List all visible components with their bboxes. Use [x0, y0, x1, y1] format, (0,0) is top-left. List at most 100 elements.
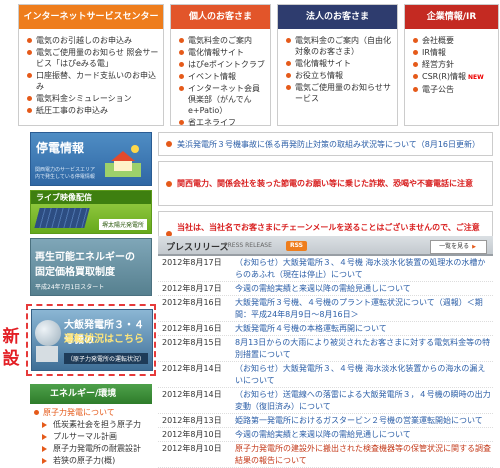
press-date: 2012年8月13日 — [162, 416, 222, 425]
press-title-link[interactable]: 大飯発電所４号機の本格運転再開について — [235, 323, 493, 335]
press-release-row: 2012年8月10日 今週の需給実績と来週以降の需給見通しについて — [158, 428, 493, 442]
press-release-title-en: PRESS RELEASE — [224, 242, 272, 249]
left-banner-column: 停電情報 関西電力のサービスエリア内で発生している停電情報 ライブ映像配信 堺太… — [3, 132, 156, 467]
notice-text: 関西電力、関係会社を装った節電のお願い等に乗じた詐欺、恐喝や不審電話に注意 — [177, 179, 473, 188]
press-date: 2012年8月16日 — [162, 298, 222, 307]
nav-link[interactable]: 電化情報サイト — [179, 47, 266, 58]
press-title-link[interactable]: （お知らせ）大飯発電所３、４号機 海水淡水化装置からの海水の漏えいについて — [235, 363, 493, 387]
press-date: 2012年8月14日 — [162, 364, 222, 373]
press-release-list: 2012年8月17日 （お知らせ）大飯発電所３、４号機 海水淡水化装置の処理水の水… — [158, 256, 493, 468]
live-banner-title: ライブ映像配信 — [31, 191, 151, 204]
nav-link[interactable]: 省エネライフ — [179, 117, 266, 128]
nav-column-internet-service: インターネットサービスセンター 電気のお引越しのお申込み 電気ご使用量のお知らせ… — [18, 4, 164, 126]
press-date: 2012年8月14日 — [162, 390, 222, 399]
reactor-dome-icon — [35, 320, 61, 346]
fit-banner-line1: 再生可能エネルギーの — [35, 252, 135, 263]
nav-link[interactable]: 電化情報サイト — [286, 58, 393, 69]
nav-link[interactable]: 電子公告 — [413, 84, 494, 95]
press-date: 2012年8月16日 — [162, 324, 222, 333]
energy-link[interactable]: 原子力発電について — [34, 407, 152, 419]
bullet-icon — [166, 180, 172, 187]
nav-link[interactable]: 経営方針 — [413, 59, 494, 70]
press-release-row: 2012年8月16日 大飯発電所４号機の本格運転再開について — [158, 322, 493, 336]
outage-info-banner[interactable]: 停電情報 関西電力のサービスエリア内で発生している停電情報 — [30, 132, 152, 186]
new-banner-highlight: 新設 大飯発電所３・４号機の 運転状況はこちら （原子力発電所の運転状況） — [3, 304, 156, 376]
press-date: 2012年8月10日 — [162, 430, 222, 439]
press-title-link[interactable]: 今週の需給実績と来週以降の需給見通しについて — [235, 283, 493, 295]
press-title-link[interactable]: 今週の需給実績と来週以降の需給見通しについて — [235, 429, 493, 441]
press-release-row: 2012年8月10日 原子力発電所の建設外に搬出された検査機器等の保管状況に関する… — [158, 442, 493, 468]
house-icon — [105, 145, 141, 177]
press-title-link[interactable]: （お知らせ）送電線への落雷による大飯発電所３，４号機の瞬時の出力変動（復旧済み）… — [235, 389, 493, 413]
press-date: 2012年8月17日 — [162, 258, 222, 267]
ohi-banner-line3: （原子力発電所の運転状況） — [64, 353, 149, 364]
nav-column-individual: 個人のお客さま 電気料金のご案内 電化情報サイト はぴeポイントクラブ イベント… — [170, 4, 271, 128]
nav-link[interactable]: 会社概要 — [413, 35, 494, 46]
press-release-row: 2012年8月17日 （お知らせ）大飯発電所３、４号機 海水淡水化装置の処理水の水… — [158, 256, 493, 282]
nav-heading-company-ir[interactable]: 企業情報/IR — [405, 5, 498, 29]
press-title-link[interactable]: 大飯発電所３号機、４号機のプラント運転状況について（週報）＜期間：平成24年8月… — [235, 297, 493, 321]
press-release-row: 2012年8月17日 今週の需給実績と来週以降の需給見通しについて — [158, 282, 493, 296]
energy-link[interactable]: 若狭の原子力(概) — [34, 455, 152, 467]
nav-link[interactable]: イベント情報 — [179, 71, 266, 82]
energy-link[interactable]: 低炭素社会を担う原子力 — [34, 419, 152, 431]
ohi-plant-status-banner[interactable]: 大飯発電所３・４号機の 運転状況はこちら （原子力発電所の運転状況） — [31, 309, 153, 371]
nav-link[interactable]: 電気料金のご案内（自由化対象のお客さま） — [286, 35, 393, 57]
press-title-link[interactable]: 原子力発電所の建設外に搬出された検査機器等の保管状況に関する調査結果の報告につい… — [235, 443, 493, 467]
nav-link[interactable]: インターネット会員倶楽部（がんでんe+Patio） — [179, 83, 266, 116]
press-release-row: 2012年8月15日 8月13日からの大雨により被災されたお客さまに対する電気料金… — [158, 336, 493, 362]
nav-link[interactable]: 電気料金のご案内 — [179, 35, 266, 46]
press-title-link[interactable]: （お知らせ）大飯発電所３、４号機 海水淡水化装置の処理水の水槽からのあふれ（現在… — [235, 257, 493, 281]
solar-panel-icon — [34, 208, 90, 228]
press-date: 2012年8月17日 — [162, 284, 222, 293]
rss-icon[interactable]: RSS — [286, 241, 307, 251]
bullet-icon — [166, 141, 172, 147]
energy-link[interactable]: 原子力発電所の耐震設計 — [34, 443, 152, 455]
notice-fraud-warning[interactable]: 関西電力、関係会社を装った節電のお願い等に乗じた詐欺、恐喝や不審電話に注意 — [158, 161, 493, 206]
notice-text: 美浜発電所３号機事故に係る再発防止対策の取組み状況等について（8月16日更新） — [177, 139, 481, 149]
nav-link[interactable]: 電気ご使用量のお知らせ 照会サービス「はぴeみる電」 — [27, 47, 159, 69]
live-banner-caption: 堺太陽光発電所 — [98, 219, 147, 230]
nav-link[interactable]: IR情報 — [413, 47, 494, 58]
press-release-row: 2012年8月14日 （お知らせ）送電線への落雷による大飯発電所３，４号機の瞬時の… — [158, 388, 493, 414]
press-release-section: プレスリリース PRESS RELEASE RSS 一覧を見る 2012年8月1… — [158, 236, 493, 468]
nav-link-csr[interactable]: CSR(R)情報 NEW — [413, 71, 494, 83]
press-title-link[interactable]: 8月13日からの大雨により被災されたお客さまに対する電気料金等の特別措置について — [235, 337, 493, 361]
energy-link-list: 原子力発電について 低炭素社会を担う原子力 プルサーマル計画 原子力発電所の耐震… — [30, 404, 152, 467]
nav-link[interactable]: はぴeポイントクラブ — [179, 59, 266, 70]
nav-link-label: CSR(R)情報 — [422, 72, 467, 81]
nav-column-corporate-customer: 法人のお客さま 電気料金のご案内（自由化対象のお客さま） 電化情報サイト お役立… — [277, 4, 398, 126]
nav-link[interactable]: 電気料金シミュレーション — [27, 93, 159, 104]
outage-banner-subtitle: 関西電力のサービスエリア内で発生している停電情報 — [35, 167, 96, 180]
new-label: 新設 — [2, 327, 20, 369]
plant-building-icon — [36, 346, 58, 362]
press-title-link[interactable]: 姫路第一発電所におけるガスタービン２号機の営業運転開始について — [235, 415, 493, 427]
view-all-button[interactable]: 一覧を見る — [430, 240, 487, 254]
press-release-row: 2012年8月16日 大飯発電所３号機、４号機のプラント運転状況について（週報）＜… — [158, 296, 493, 322]
top-navigation: インターネットサービスセンター 電気のお引越しのお申込み 電気ご使用量のお知らせ… — [18, 4, 499, 128]
press-release-row: 2012年8月14日 （お知らせ）大飯発電所３、４号機 海水淡水化装置からの海水の… — [158, 362, 493, 388]
notice-mihama[interactable]: 美浜発電所３号機事故に係る再発防止対策の取組み状況等について（8月16日更新） — [158, 132, 493, 156]
fit-banner-line3: 平成24年7月1日スタート — [35, 284, 105, 291]
nav-link[interactable]: 電気のお引越しのお申込み — [27, 35, 159, 46]
fit-banner-line2: 固定価格買取制度 — [35, 267, 115, 278]
press-release-row: 2012年8月13日 姫路第一発電所におけるガスタービン２号機の営業運転開始につい… — [158, 414, 493, 428]
outage-banner-title: 停電情報 — [36, 141, 85, 155]
press-release-header: プレスリリース PRESS RELEASE RSS 一覧を見る — [158, 236, 493, 256]
feed-in-tariff-banner[interactable]: 再生可能エネルギーの 固定価格買取制度 平成24年7月1日スタート — [30, 238, 152, 296]
live-video-banner[interactable]: ライブ映像配信 堺太陽光発電所 — [30, 190, 152, 234]
nav-heading-individual[interactable]: 個人のお客さま — [171, 5, 270, 29]
energy-link[interactable]: プルサーマル計画 — [34, 431, 152, 443]
nav-link[interactable]: 電気ご使用量のお知らせサービス — [286, 82, 393, 104]
nav-heading-corporate-customer[interactable]: 法人のお客さま — [278, 5, 397, 29]
press-release-title: プレスリリース — [166, 243, 229, 253]
new-badge: NEW — [468, 74, 484, 81]
ohi-banner-line2: 運転状況はこちら — [64, 334, 144, 345]
energy-section-heading[interactable]: エネルギー/環境 — [30, 384, 152, 404]
nav-link[interactable]: お役立ち情報 — [286, 70, 393, 81]
nav-link[interactable]: 紙圧工事のお申込み — [27, 105, 159, 116]
nav-link[interactable]: 口座振替、カード支払いのお申込み — [27, 70, 159, 92]
press-date: 2012年8月10日 — [162, 444, 222, 453]
press-date: 2012年8月15日 — [162, 338, 222, 347]
nav-heading-internet-service[interactable]: インターネットサービスセンター — [19, 5, 163, 29]
